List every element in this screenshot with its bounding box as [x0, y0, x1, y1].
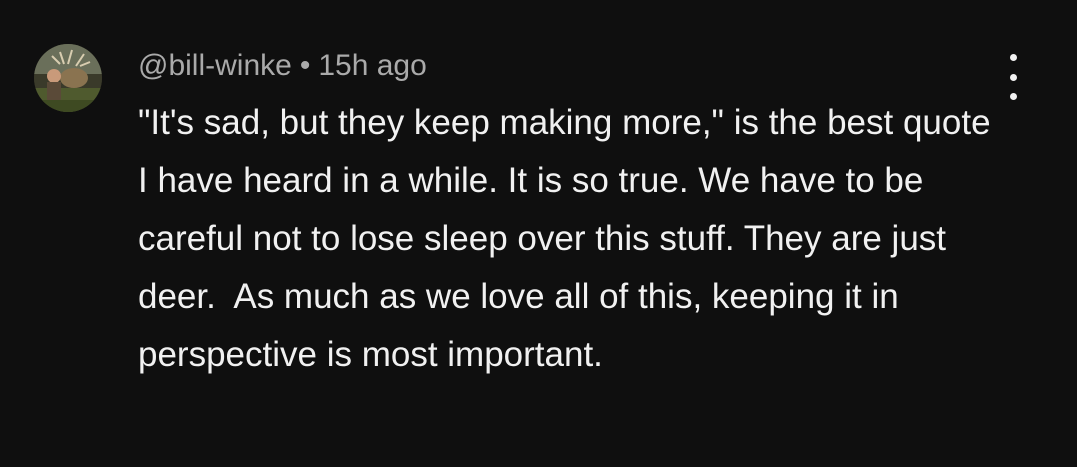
comment-thread-item: @bill-winke • 15h ago "It's sad, but the… [0, 0, 1077, 467]
menu-dot [1009, 54, 1017, 61]
more-vert-icon[interactable] [996, 54, 1030, 100]
comment-timestamp[interactable]: 15h ago [318, 49, 426, 83]
menu-dot [1009, 93, 1017, 100]
comment-text: "It's sad, but they keep making more," i… [138, 103, 1001, 374]
avatar-image [34, 44, 102, 112]
menu-dot [1009, 73, 1017, 81]
author-handle[interactable]: @bill-winke [138, 49, 292, 83]
comment-header: @bill-winke • 15h ago [138, 44, 427, 88]
user-avatar-photo-icon[interactable] [34, 44, 102, 112]
separator-dot: • [299, 49, 311, 82]
